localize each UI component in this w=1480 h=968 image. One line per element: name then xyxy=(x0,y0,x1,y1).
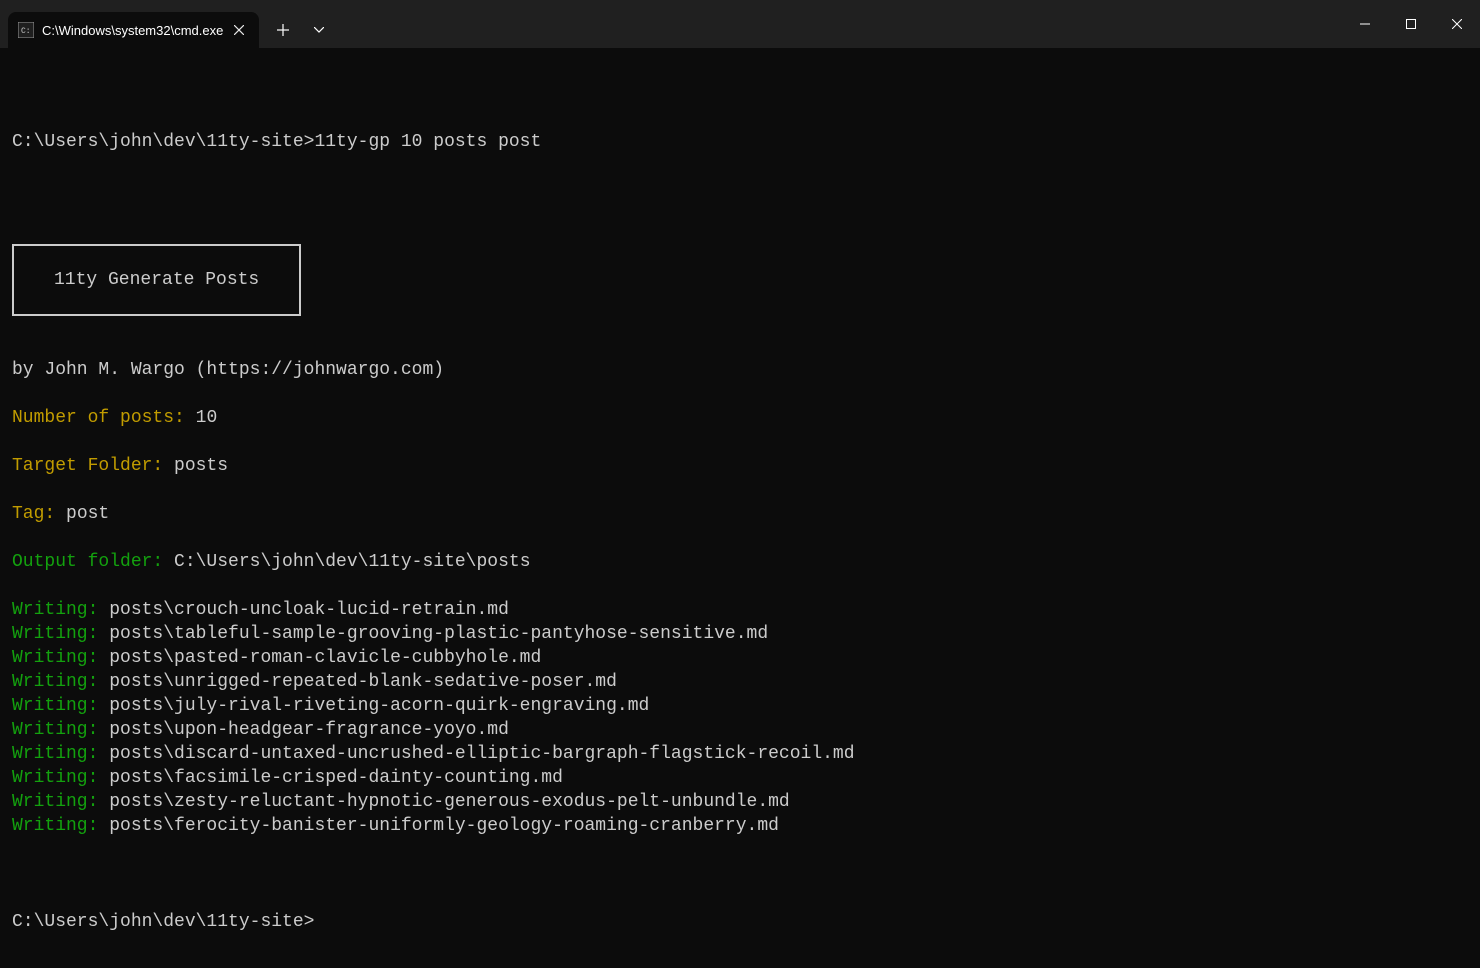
writing-file: posts\ferocity-banister-uniformly-geolog… xyxy=(109,816,779,836)
writing-file: posts\upon-headgear-fragrance-yoyo.md xyxy=(109,720,509,740)
writing-file: posts\facsimile-crisped-dainty-counting.… xyxy=(109,768,563,788)
terminal-tab[interactable]: C: C:\Windows\system32\cmd.exe xyxy=(8,12,259,48)
writing-file: posts\discard-untaxed-uncrushed-elliptic… xyxy=(109,744,854,764)
tag-value: post xyxy=(66,504,109,524)
writing-line: Writing: posts\tableful-sample-grooving-… xyxy=(12,622,1468,646)
tab-dropdown-button[interactable] xyxy=(301,12,337,48)
svg-text:C:: C: xyxy=(21,27,31,36)
writing-file: posts\tableful-sample-grooving-plastic-p… xyxy=(109,624,768,644)
info-output-folder: Output folder: C:\Users\john\dev\11ty-si… xyxy=(12,550,1468,574)
writing-label: Writing: xyxy=(12,744,109,764)
writing-label: Writing: xyxy=(12,720,109,740)
writing-line: Writing: posts\discard-untaxed-uncrushed… xyxy=(12,742,1468,766)
tag-label: Tag: xyxy=(12,504,66,524)
writing-file: posts\pasted-roman-clavicle-cubbyhole.md xyxy=(109,648,541,668)
writing-label: Writing: xyxy=(12,624,109,644)
writing-line: Writing: posts\unrigged-repeated-blank-s… xyxy=(12,670,1468,694)
terminal-output[interactable]: C:\Users\john\dev\11ty-site>11ty-gp 10 p… xyxy=(0,48,1480,968)
command-text: 11ty-gp 10 posts post xyxy=(314,132,541,152)
prompt-path: C:\Users\john\dev\11ty-site> xyxy=(12,132,314,152)
writing-label: Writing: xyxy=(12,696,109,716)
output-folder-value: C:\Users\john\dev\11ty-site\posts xyxy=(174,552,530,572)
writing-line: Writing: posts\pasted-roman-clavicle-cub… xyxy=(12,646,1468,670)
tabs-area: C: C:\Windows\system32\cmd.exe xyxy=(0,0,337,48)
info-target-folder: Target Folder: posts xyxy=(12,454,1468,478)
writing-line: Writing: posts\upon-headgear-fragrance-y… xyxy=(12,718,1468,742)
writing-line: Writing: posts\zesty-reluctant-hypnotic-… xyxy=(12,790,1468,814)
num-posts-value: 10 xyxy=(196,408,218,428)
title-bar: C: C:\Windows\system32\cmd.exe xyxy=(0,0,1480,48)
writing-label: Writing: xyxy=(12,648,109,668)
minimize-button[interactable] xyxy=(1342,0,1388,48)
writing-line: Writing: posts\crouch-uncloak-lucid-retr… xyxy=(12,598,1468,622)
writing-lines: Writing: posts\crouch-uncloak-lucid-retr… xyxy=(12,598,1468,838)
close-tab-button[interactable] xyxy=(231,22,247,38)
prompt-line-2: C:\Users\john\dev\11ty-site> xyxy=(12,910,1468,934)
info-tag: Tag: post xyxy=(12,502,1468,526)
writing-file: posts\crouch-uncloak-lucid-retrain.md xyxy=(109,600,509,620)
new-tab-button[interactable] xyxy=(265,12,301,48)
prompt-line: C:\Users\john\dev\11ty-site>11ty-gp 10 p… xyxy=(12,130,1468,154)
maximize-button[interactable] xyxy=(1388,0,1434,48)
tab-title: C:\Windows\system32\cmd.exe xyxy=(42,23,223,38)
cmd-icon: C: xyxy=(18,22,34,38)
writing-line: Writing: posts\july-rival-riveting-acorn… xyxy=(12,694,1468,718)
banner-title: 11ty Generate Posts xyxy=(54,270,259,290)
writing-file: posts\july-rival-riveting-acorn-quirk-en… xyxy=(109,696,649,716)
target-folder-label: Target Folder: xyxy=(12,456,174,476)
title-bar-drag-area[interactable] xyxy=(337,0,1342,48)
writing-file: posts\zesty-reluctant-hypnotic-generous-… xyxy=(109,792,790,812)
writing-file: posts\unrigged-repeated-blank-sedative-p… xyxy=(109,672,617,692)
close-window-button[interactable] xyxy=(1434,0,1480,48)
num-posts-label: Number of posts: xyxy=(12,408,196,428)
writing-label: Writing: xyxy=(12,816,109,836)
info-num-posts: Number of posts: 10 xyxy=(12,406,1468,430)
writing-label: Writing: xyxy=(12,600,109,620)
banner-box: 11ty Generate Posts xyxy=(12,244,301,316)
window-controls xyxy=(1342,0,1480,48)
author-line: by John M. Wargo (https://johnwargo.com) xyxy=(12,358,1468,382)
writing-line: Writing: posts\ferocity-banister-uniform… xyxy=(12,814,1468,838)
writing-label: Writing: xyxy=(12,792,109,812)
output-folder-label: Output folder: xyxy=(12,552,174,572)
writing-line: Writing: posts\facsimile-crisped-dainty-… xyxy=(12,766,1468,790)
target-folder-value: posts xyxy=(174,456,228,476)
writing-label: Writing: xyxy=(12,672,109,692)
writing-label: Writing: xyxy=(12,768,109,788)
